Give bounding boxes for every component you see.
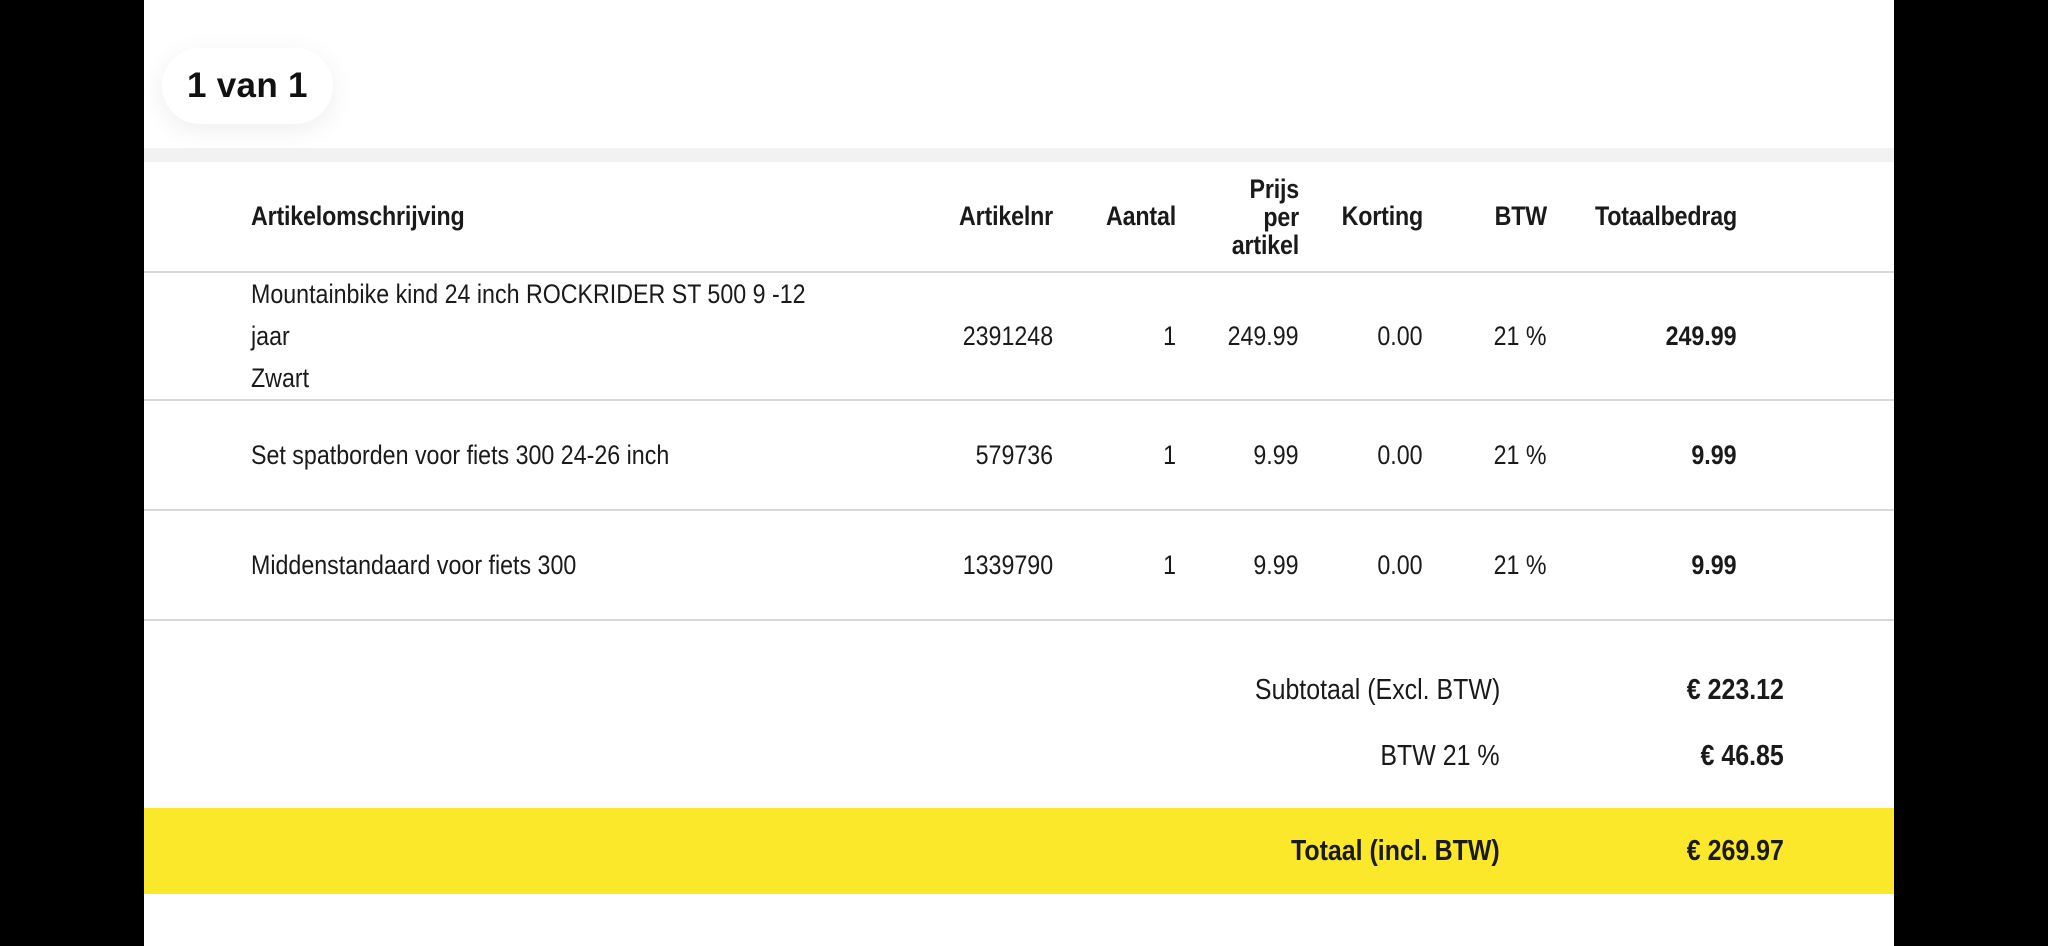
item-vat-text: 21 % [1494,440,1547,470]
subtotal-row: Subtotaal (Excl. BTW) € 223.12 [144,668,1894,712]
row-spacer [144,272,251,400]
item-price-text: 249.99 [1227,321,1299,351]
item-price: 249.99 [1176,272,1299,400]
header-spacer [151,162,243,272]
header-description: Artikelomschrijving [251,201,465,231]
item-description-line1: Set spatborden voor fiets 300 24-26 inch [251,440,670,470]
page-indicator: 1 van 1 [162,48,333,124]
grand-total-row: Totaal (incl. BTW) € 269.97 [144,808,1894,894]
grand-total-label: Totaal (incl. BTW) [1291,835,1500,867]
item-vat: 21 % [1423,400,1547,510]
item-vat-text: 21 % [1494,550,1547,580]
item-discount: 0.00 [1299,510,1423,620]
item-article-number-text: 2391248 [962,321,1053,351]
item-total-text: 9.99 [1691,440,1737,470]
item-description: Middenstandaard voor fiets 300 [251,510,904,620]
item-article-number: 2391248 [904,272,1053,400]
invoice-items-table: Artikelomschrijving Artikelnr Aantal Pri… [144,162,1894,621]
grand-total-value: € 269.97 [1686,835,1784,867]
header-price-line1: Prijs [1249,173,1300,204]
item-discount-text: 0.00 [1377,550,1423,580]
item-discount-text: 0.00 [1377,440,1423,470]
item-description: Set spatborden voor fiets 300 24-26 inch [251,400,904,510]
item-total-text: 249.99 [1665,321,1737,351]
item-total-text: 9.99 [1691,550,1737,580]
item-quantity: 1 [1053,510,1176,620]
header-quantity: Aantal [1106,201,1176,231]
row-spacer [144,400,251,510]
table-row: Set spatborden voor fiets 300 24-26 inch… [144,400,1894,510]
row-spacer-right [1737,400,1894,510]
item-description-line1: Middenstandaard voor fiets 300 [251,550,577,580]
item-vat: 21 % [1423,510,1547,620]
header-price-line3: artikel [1231,229,1299,260]
section-divider [144,148,1894,162]
item-description: Mountainbike kind 24 inch ROCKRIDER ST 5… [251,272,904,400]
item-discount-text: 0.00 [1377,321,1423,351]
item-total: 9.99 [1547,510,1737,620]
item-quantity-text: 1 [1163,440,1176,470]
item-discount: 0.00 [1299,272,1423,400]
item-vat-text: 21 % [1494,321,1547,351]
row-spacer-right [1737,272,1894,400]
vat-value: € 46.85 [1700,740,1784,772]
item-article-number-text: 1339790 [962,550,1053,580]
item-article-number: 579736 [904,400,1053,510]
item-vat: 21 % [1423,272,1547,400]
subtotal-label: Subtotaal (Excl. BTW) [1254,674,1500,706]
row-spacer [144,510,251,620]
item-price-text: 9.99 [1253,440,1299,470]
header-article-number: Artikelnr [959,201,1053,231]
table-header-row: Artikelomschrijving Artikelnr Aantal Pri… [144,162,1894,272]
item-article-number-text: 579736 [975,440,1053,470]
header-vat: BTW [1494,201,1548,231]
item-price: 9.99 [1176,510,1299,620]
item-quantity: 1 [1053,272,1176,400]
header-total: Totaalbedrag [1594,201,1737,231]
item-quantity-text: 1 [1163,550,1176,580]
table-row: Middenstandaard voor fiets 300 1339790 1… [144,510,1894,620]
vat-label: BTW 21 % [1380,740,1500,772]
item-price-text: 9.99 [1253,550,1299,580]
item-price: 9.99 [1176,400,1299,510]
header-discount: Korting [1341,201,1424,231]
header-spacer-right [1748,162,1883,272]
table-row: Mountainbike kind 24 inch ROCKRIDER ST 5… [144,272,1894,400]
vat-row: BTW 21 % € 46.85 [144,734,1894,778]
subtotal-value: € 223.12 [1686,674,1784,706]
item-discount: 0.00 [1299,400,1423,510]
row-spacer-right [1737,510,1894,620]
invoice-page: 1 van 1 Artikelomschrijving Artikelnr Aa… [144,0,1894,946]
item-description-line2: Zwart [251,363,310,393]
item-article-number: 1339790 [904,510,1053,620]
header-price-per-item: Prijs per artikel [1193,162,1299,272]
item-total: 9.99 [1547,400,1737,510]
item-quantity-text: 1 [1163,321,1176,351]
item-total: 249.99 [1547,272,1737,400]
item-quantity: 1 [1053,400,1176,510]
item-description-line1: Mountainbike kind 24 inch ROCKRIDER ST 5… [251,279,806,351]
header-price-line2: per [1263,201,1299,232]
